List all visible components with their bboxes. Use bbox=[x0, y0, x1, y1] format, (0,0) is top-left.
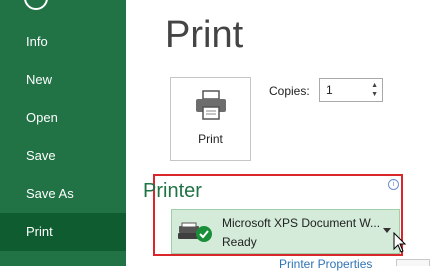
copies-value: 1 bbox=[326, 83, 333, 97]
sidebar-item-save[interactable]: Save bbox=[0, 137, 126, 175]
printer-icon bbox=[195, 90, 227, 125]
mouse-cursor-icon bbox=[393, 231, 407, 259]
sidebar-item-print[interactable]: Print bbox=[0, 213, 126, 251]
printer-heading: Printer bbox=[143, 180, 202, 202]
copies-label: Copies: bbox=[269, 84, 310, 98]
sidebar-item-new[interactable]: New bbox=[0, 61, 126, 99]
spin-down-icon[interactable]: ▼ bbox=[371, 91, 378, 99]
print-button-label: Print bbox=[198, 132, 223, 146]
printer-status: Ready bbox=[222, 235, 257, 249]
sidebar-item-open[interactable]: Open bbox=[0, 99, 126, 137]
sidebar-item-save-as[interactable]: Save As bbox=[0, 175, 126, 213]
sidebar-item-info[interactable]: Info bbox=[0, 23, 126, 61]
copies-stepper[interactable]: 1 ▲ ▼ bbox=[319, 78, 383, 102]
dropdown-arrow-icon[interactable] bbox=[383, 228, 391, 233]
spin-up-icon[interactable]: ▲ bbox=[371, 82, 378, 90]
printer-name: Microsoft XPS Document W... bbox=[222, 216, 381, 230]
print-pane: Print Print Copies: 1 ▲ ▼ Printer i Micr… bbox=[126, 0, 430, 270]
back-arrow-icon[interactable] bbox=[24, 0, 48, 10]
print-button[interactable]: Print bbox=[170, 77, 251, 161]
backstage-sidebar: Info New Open Save Save As Print bbox=[0, 0, 126, 266]
page-title: Print bbox=[165, 14, 244, 56]
tooltip-fragment bbox=[396, 259, 430, 266]
printer-status-icon bbox=[177, 222, 215, 249]
printer-select-dropdown[interactable]: Microsoft XPS Document W... Ready bbox=[171, 209, 400, 254]
info-icon[interactable]: i bbox=[388, 179, 399, 190]
printer-properties-link[interactable]: Printer Properties bbox=[279, 258, 372, 270]
